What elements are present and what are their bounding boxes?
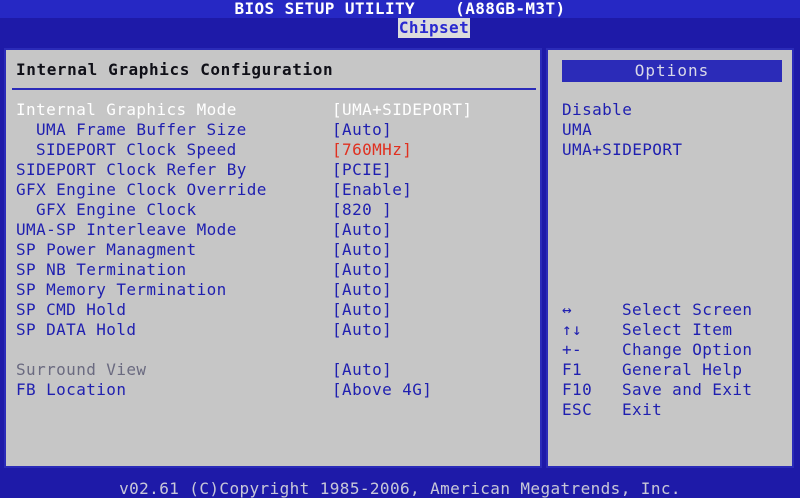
setting-label: Internal Graphics Mode [16,100,237,119]
setting-label: FB Location [16,380,127,399]
copyright-footer: v02.61 (C)Copyright 1985-2006, American … [119,479,681,498]
setting-label: SP Memory Termination [16,280,227,299]
setting-fb-location[interactable]: FB Location [Above 4G] [16,380,536,400]
setting-value[interactable]: [Above 4G] [332,380,432,400]
setting-value[interactable]: [760MHz] [332,140,412,160]
help-key: ↔ [562,300,573,319]
setting-sideport-clock-speed[interactable]: SIDEPORT Clock Speed [760MHz] [16,140,536,160]
setting-uma-sp-interleave-mode[interactable]: UMA-SP Interleave Mode [Auto] [16,220,536,240]
help-key: ↑↓ [562,320,583,339]
setting-sp-data-hold[interactable]: SP DATA Hold [Auto] [16,320,536,340]
setting-value[interactable]: [Auto] [332,320,392,340]
setting-value[interactable]: [Auto] [332,280,392,300]
options-header: Options [562,60,782,82]
setting-gfx-engine-clock[interactable]: GFX Engine Clock [820 ] [16,200,536,220]
setting-value[interactable]: [820 ] [332,200,392,220]
settings-panel: Internal Graphics Configuration Internal… [4,48,542,468]
help-desc: Exit [622,400,663,419]
setting-uma-frame-buffer-size[interactable]: UMA Frame Buffer Size [Auto] [16,120,536,140]
setting-label: UMA Frame Buffer Size [36,120,247,139]
help-desc: Save and Exit [622,380,753,399]
setting-internal-graphics-mode[interactable]: Internal Graphics Mode [UMA+SIDEPORT] [16,100,536,120]
help-key: F1 [562,360,583,379]
bios-title: BIOS SETUP UTILITY (A88GB-M3T) [234,0,566,18]
setting-value[interactable]: [Auto] [332,260,392,280]
help-key: ESC [562,400,593,419]
setting-value[interactable]: [Auto] [332,240,392,260]
setting-sp-nb-termination[interactable]: SP NB Termination [Auto] [16,260,536,280]
setting-sp-memory-termination[interactable]: SP Memory Termination [Auto] [16,280,536,300]
help-key: +- [562,340,583,359]
option-item[interactable]: UMA [562,120,592,140]
setting-sp-cmd-hold[interactable]: SP CMD Hold [Auto] [16,300,536,320]
setting-label: SP NB Termination [16,260,187,279]
setting-value[interactable]: [PCIE] [332,160,392,180]
setting-label: Surround View [16,360,147,379]
setting-value[interactable]: [Auto] [332,120,392,140]
help-desc: Change Option [622,340,753,359]
setting-label: SIDEPORT Clock Speed [36,140,237,159]
setting-sp-power-managment[interactable]: SP Power Managment [Auto] [16,240,536,260]
tab-chipset[interactable]: Chipset [398,18,470,38]
setting-label: SP Power Managment [16,240,197,259]
setting-label: GFX Engine Clock [36,200,197,219]
setting-value[interactable]: [Auto] [332,300,392,320]
help-desc: Select Item [622,320,733,339]
section-divider [12,88,536,90]
setting-surround-view: Surround View [Auto] [16,360,536,380]
setting-sideport-clock-refer-by[interactable]: SIDEPORT Clock Refer By [PCIE] [16,160,536,180]
setting-label: SP CMD Hold [16,300,127,319]
setting-value[interactable]: [Enable] [332,180,412,200]
section-title: Internal Graphics Configuration [16,60,334,79]
help-desc: General Help [622,360,743,379]
setting-value[interactable]: [Auto] [332,220,392,240]
setting-label: UMA-SP Interleave Mode [16,220,237,239]
setting-value[interactable]: [UMA+SIDEPORT] [332,100,472,120]
option-item[interactable]: Disable [562,100,632,120]
setting-gfx-engine-clock-override[interactable]: GFX Engine Clock Override [Enable] [16,180,536,200]
help-desc: Select Screen [622,300,753,319]
help-key: F10 [562,380,593,399]
setting-label: GFX Engine Clock Override [16,180,267,199]
setting-value: [Auto] [332,360,393,379]
options-panel: Options Disable UMA UMA+SIDEPORT ↔ Selec… [546,48,794,468]
setting-label: SP DATA Hold [16,320,137,339]
setting-label: SIDEPORT Clock Refer By [16,160,247,179]
option-item[interactable]: UMA+SIDEPORT [562,140,682,160]
